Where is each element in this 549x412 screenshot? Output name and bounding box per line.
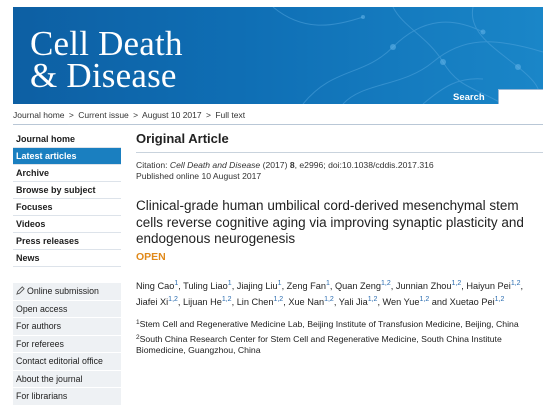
- author-link[interactable]: Quan Zeng: [335, 281, 381, 291]
- breadcrumb-divider: [13, 124, 543, 125]
- breadcrumb-issue-date[interactable]: August 10 2017: [142, 110, 202, 120]
- author-affiliation-ref[interactable]: 1,2: [324, 296, 334, 303]
- author-affiliation-ref[interactable]: 1,2: [511, 280, 521, 287]
- citation-prefix: Citation:: [136, 160, 170, 170]
- author-affiliation-ref[interactable]: 1: [278, 280, 282, 287]
- sidebar-item-latest-articles[interactable]: Latest articles: [13, 148, 121, 165]
- published-date: Published online 10 August 2017: [136, 171, 262, 181]
- brand-line-2: & Disease: [30, 56, 177, 95]
- author-affiliation-ref[interactable]: 1: [326, 280, 330, 287]
- author-affiliation-ref[interactable]: 1,2: [222, 296, 232, 303]
- author-affiliation-ref[interactable]: 1,2: [368, 296, 378, 303]
- author-link[interactable]: Yali Jia: [339, 297, 368, 307]
- citation-journal[interactable]: Cell Death and Disease: [170, 160, 260, 170]
- section-divider: [136, 152, 543, 153]
- sidebar-item-archive[interactable]: Archive: [13, 165, 121, 182]
- sidebar-item-online-submission[interactable]: Online submission: [13, 283, 121, 301]
- article-title: Clinical-grade human umbilical cord-deri…: [136, 198, 524, 246]
- sidebar-item-label: Online submission: [27, 286, 99, 296]
- breadcrumb-separator: >: [68, 110, 74, 120]
- affiliation-text: South China Research Center for Stem Cel…: [136, 334, 502, 355]
- citation-block: Citation: Cell Death and Disease (2017) …: [136, 160, 543, 182]
- sidebar-item-for-librarians[interactable]: For librarians: [13, 388, 121, 406]
- breadcrumb-separator: >: [133, 110, 139, 120]
- article-main: Original Article Citation: Cell Death an…: [136, 131, 543, 359]
- author-link[interactable]: Xuetao Pei: [450, 297, 495, 307]
- author-link[interactable]: Ning Cao: [136, 281, 174, 291]
- sidebar-item-for-authors[interactable]: For authors: [13, 318, 121, 336]
- affiliation-item: 2South China Research Center for Stem Ce…: [136, 333, 536, 355]
- journal-logo[interactable]: Cell Death & Disease: [30, 26, 183, 95]
- sidebar-item-journal-home[interactable]: Journal home: [13, 131, 121, 148]
- author-link[interactable]: Jiafei Xi: [136, 297, 168, 307]
- author-link[interactable]: Haiyun Pei: [466, 281, 510, 291]
- sidebar-item-press-releases[interactable]: Press releases: [13, 233, 121, 250]
- breadcrumb-current-issue[interactable]: Current issue: [78, 110, 129, 120]
- sidebar-item-browse-by-subject[interactable]: Browse by subject: [13, 182, 121, 199]
- sidebar-primary-nav: Journal home Latest articles Archive Bro…: [13, 131, 121, 267]
- citation-doi: , e2996; doi:10.1038/cddis.2017.316: [294, 160, 434, 170]
- author-affiliation-ref[interactable]: 1,2: [452, 280, 462, 287]
- sidebar-secondary-nav: Online submission Open access For author…: [13, 283, 121, 406]
- citation-year: (2017): [260, 160, 290, 170]
- sidebar-item-focuses[interactable]: Focuses: [13, 199, 121, 216]
- author-link[interactable]: Jiajing Liu: [237, 281, 278, 291]
- sidebar-item-news[interactable]: News: [13, 250, 121, 267]
- sidebar-item-videos[interactable]: Videos: [13, 216, 121, 233]
- breadcrumb-journal-home[interactable]: Journal home: [13, 110, 65, 120]
- citation-line: Citation: Cell Death and Disease (2017) …: [136, 160, 543, 171]
- author-list: Ning Cao1, Tuling Liao1, Jiajing Liu1, Z…: [136, 279, 524, 308]
- sidebar-item-about-the-journal[interactable]: About the journal: [13, 370, 121, 388]
- affiliation-list: 1Stem Cell and Regenerative Medicine Lab…: [136, 318, 536, 356]
- sidebar-item-contact-editorial-office[interactable]: Contact editorial office: [13, 353, 121, 371]
- author-link[interactable]: Lijuan He: [183, 297, 222, 307]
- author-affiliation-ref[interactable]: 1,2: [381, 280, 391, 287]
- author-link[interactable]: Zeng Fan: [287, 281, 326, 291]
- author-link[interactable]: Lin Chen: [237, 297, 274, 307]
- sidebar-item-open-access[interactable]: Open access: [13, 300, 121, 318]
- author-affiliation-ref[interactable]: 1,2: [273, 296, 283, 303]
- journal-banner: Cell Death & Disease Search: [13, 7, 543, 104]
- search-label: Search: [453, 92, 485, 103]
- open-access-badge: OPEN: [136, 250, 166, 263]
- author-link[interactable]: Wen Yue: [383, 297, 420, 307]
- breadcrumb-separator: >: [205, 110, 211, 120]
- sidebar-item-for-referees[interactable]: For referees: [13, 335, 121, 353]
- author-affiliation-ref[interactable]: 1,2: [168, 296, 178, 303]
- affiliation-item: 1Stem Cell and Regenerative Medicine Lab…: [136, 318, 536, 330]
- search-input[interactable]: [498, 89, 543, 104]
- author-affiliation-ref[interactable]: 1: [228, 280, 232, 287]
- affiliation-text: Stem Cell and Regenerative Medicine Lab,…: [139, 318, 519, 329]
- breadcrumb: Journal home > Current issue > August 10…: [13, 110, 245, 120]
- pencil-icon: [16, 286, 25, 295]
- author-link[interactable]: Xue Nan: [288, 297, 324, 307]
- author-link[interactable]: Tuling Liao: [183, 281, 228, 291]
- author-affiliation-ref[interactable]: 1: [174, 280, 178, 287]
- author-link[interactable]: Junnian Zhou: [396, 281, 452, 291]
- author-affiliation-ref[interactable]: 1,2: [495, 296, 505, 303]
- article-type-heading: Original Article: [136, 131, 229, 146]
- breadcrumb-full-text: Full text: [215, 110, 246, 120]
- author-affiliation-ref[interactable]: 1,2: [420, 296, 430, 303]
